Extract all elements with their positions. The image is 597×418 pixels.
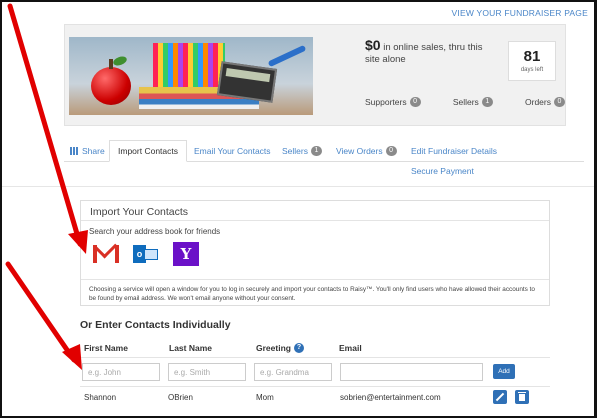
tab-sellers-count-badge: 1 [310, 146, 322, 156]
tab-sellers-label: Sellers [282, 146, 308, 156]
fundraiser-photo [69, 37, 313, 115]
contact-first-name: Shannon [84, 393, 117, 402]
outlook-button[interactable]: o [133, 242, 159, 266]
greeting-input[interactable] [254, 363, 332, 381]
sales-summary: $0 in online sales, thru this site alone [365, 37, 495, 66]
sellers-label: Sellers [452, 97, 479, 107]
fundraiser-tabs: Share Import Contacts Email Your Contact… [64, 140, 584, 162]
row-divider [80, 386, 550, 387]
header-divider [80, 357, 550, 358]
app-frame: VIEW YOUR FUNDRAISER PAGE $0 in online s… [0, 0, 597, 418]
tab-sellers[interactable]: Sellers 1 [282, 140, 322, 162]
import-consent-note: Choosing a service will open a window fo… [81, 279, 549, 308]
sales-text: in online sales, thru this site alone [365, 42, 483, 65]
greeting-header-label: Greeting [256, 343, 291, 353]
sellers-stat[interactable]: Sellers 1 [453, 97, 493, 107]
days-left-box: 81 days left [508, 41, 556, 81]
contact-greeting: Mom [256, 393, 274, 402]
greeting-header: Greeting ? [256, 343, 304, 353]
manual-entry-title: Or Enter Contacts Individually [80, 319, 231, 331]
supporters-count-badge: 0 [409, 97, 421, 107]
contact-email: sobrien@entertainment.com [340, 393, 441, 402]
import-contacts-subtitle: Search your address book for friends [89, 227, 221, 236]
contact-last-name: OBrien [168, 393, 193, 402]
gmail-button[interactable] [93, 235, 119, 266]
tab-share-label: Share [82, 146, 105, 156]
sales-amount: $0 [365, 37, 381, 53]
edit-contact-button[interactable] [493, 390, 507, 404]
yahoo-icon: Y [173, 242, 199, 266]
outlook-icon: o [133, 245, 159, 263]
orders-count-badge: 0 [554, 97, 565, 107]
supporters-stat[interactable]: Supporters 0 [365, 97, 421, 107]
tab-edit-details[interactable]: Edit Fundraiser Details [411, 140, 497, 162]
import-contacts-panel: Import Your Contacts Search your address… [80, 200, 550, 306]
delete-contact-button[interactable] [515, 390, 529, 404]
last-name-input[interactable] [168, 363, 246, 381]
tab-view-orders-count-badge: 0 [385, 146, 397, 156]
tab-view-orders[interactable]: View Orders 0 [336, 140, 397, 162]
tab-email-contacts-label: Email Your Contacts [194, 146, 271, 156]
tab-share[interactable]: Share [70, 140, 105, 162]
tab-import-contacts[interactable]: Import Contacts [109, 140, 187, 162]
yahoo-button[interactable]: Y [173, 242, 199, 266]
tab-view-orders-label: View Orders [336, 146, 383, 156]
service-list: o Y [81, 235, 549, 266]
tab-edit-details-label: Edit Fundraiser Details [411, 146, 497, 156]
first-name-input[interactable] [82, 363, 160, 381]
sellers-count-badge: 1 [481, 97, 493, 107]
grid-icon [70, 147, 79, 155]
tab-import-contacts-label: Import Contacts [118, 146, 178, 156]
tab-email-contacts[interactable]: Email Your Contacts [194, 140, 271, 162]
add-contact-button[interactable]: Add [493, 364, 515, 379]
email-input[interactable] [340, 363, 483, 381]
help-icon[interactable]: ? [293, 343, 304, 353]
first-name-header: First Name [84, 343, 128, 353]
days-left-number: 81 [523, 48, 541, 65]
import-contacts-title: Import Your Contacts [81, 201, 549, 221]
supporters-label: Supporters [365, 97, 407, 107]
annotation-arrow-to-first-name [5, 261, 82, 370]
section-divider [2, 186, 594, 187]
email-header: Email [339, 343, 362, 353]
orders-label: Orders [525, 97, 551, 107]
last-name-header: Last Name [169, 343, 212, 353]
gmail-icon [93, 235, 119, 263]
view-fundraiser-link[interactable]: VIEW YOUR FUNDRAISER PAGE [452, 8, 588, 18]
days-left-label: days left [520, 67, 544, 73]
orders-stat[interactable]: Orders 0 [525, 97, 565, 107]
tab-secure-payment[interactable]: Secure Payment [411, 166, 474, 176]
fundraiser-summary: $0 in online sales, thru this site alone… [64, 24, 566, 126]
stats-bar: Supporters 0 Sellers 1 Orders 0 [365, 97, 565, 107]
